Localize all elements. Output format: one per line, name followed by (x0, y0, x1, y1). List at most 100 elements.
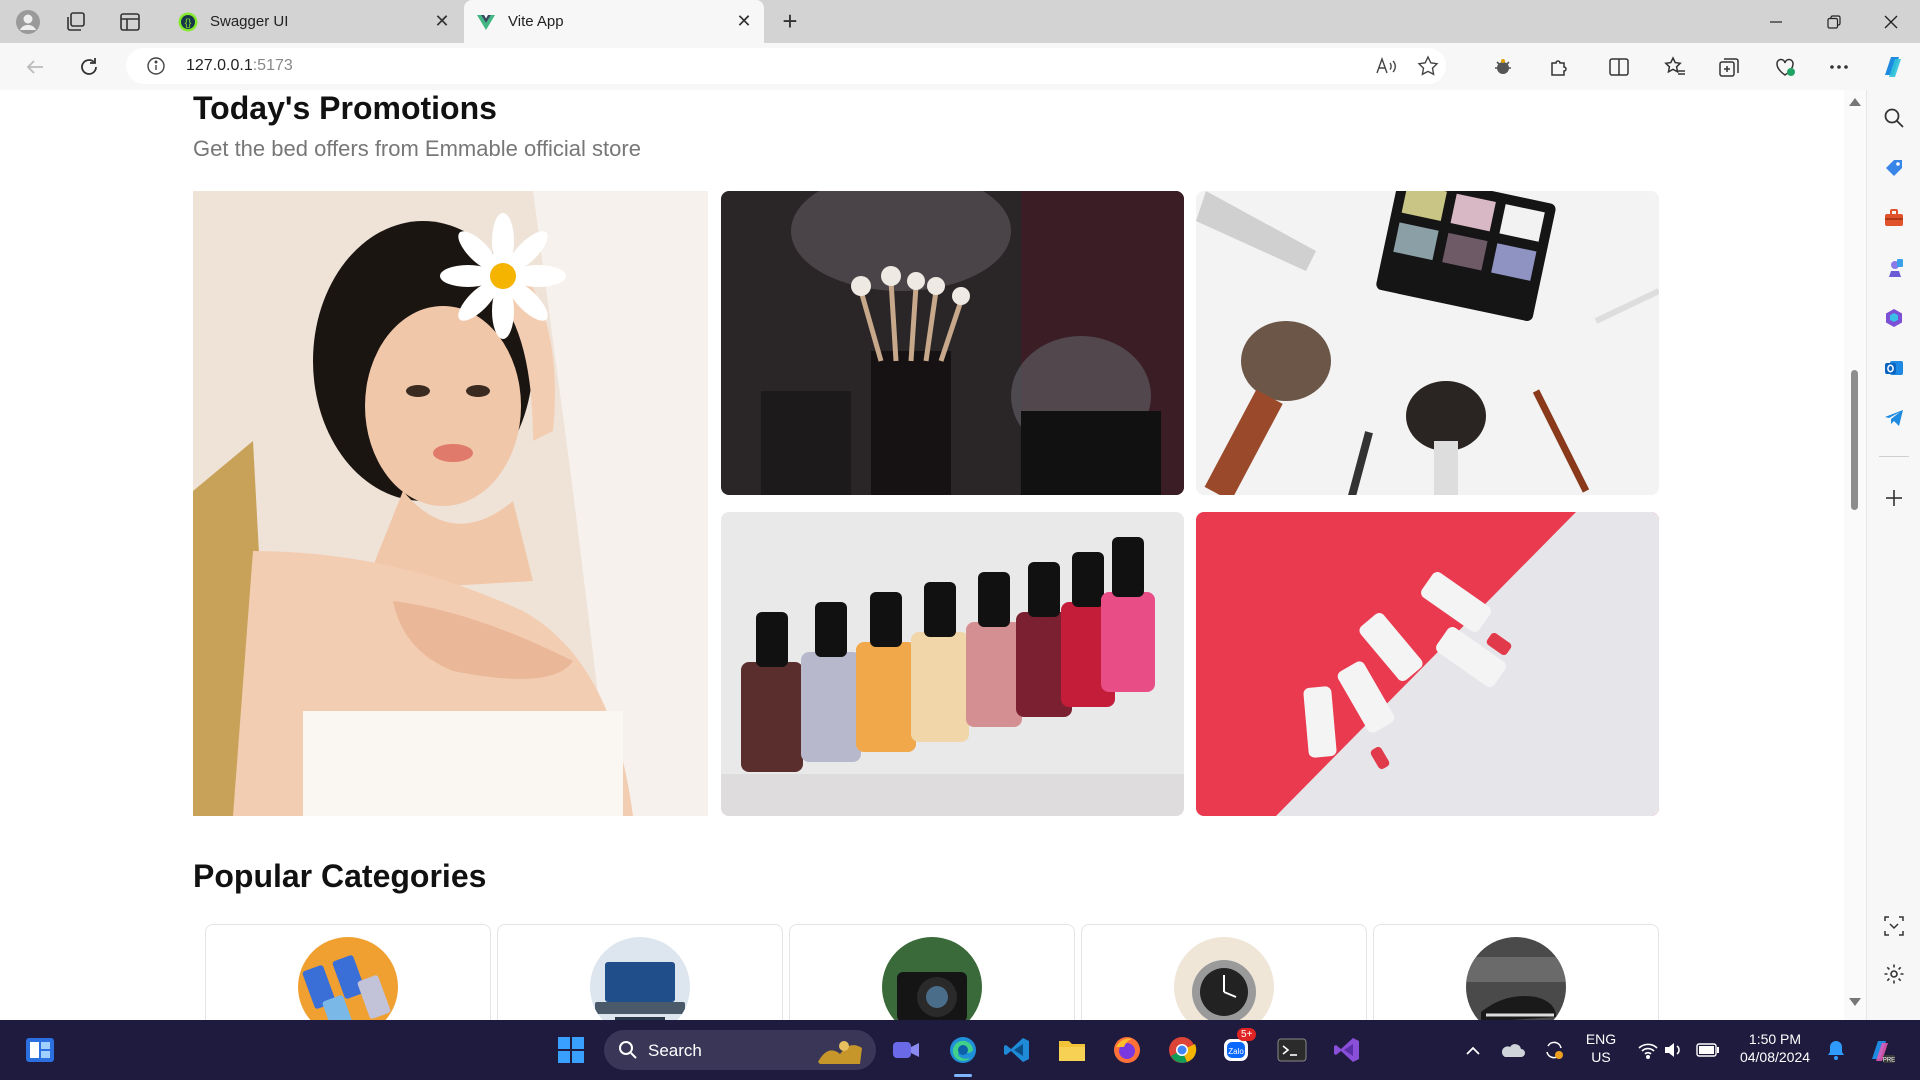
copilot-icon[interactable] (1878, 52, 1908, 82)
tab-actions-icon[interactable] (116, 8, 144, 36)
shopping-tag-icon[interactable] (1882, 156, 1906, 180)
promo-image-makeup-brushes[interactable] (721, 191, 1184, 495)
search-label: Search (648, 1041, 702, 1060)
page-content: Today's Promotions Get the bed offers fr… (0, 90, 1844, 1020)
refresh-icon[interactable] (74, 52, 104, 82)
favorites-icon[interactable] (1660, 52, 1690, 82)
clock[interactable]: 1:50 PM 04/08/2024 (1730, 1031, 1820, 1065)
clock-time: 1:50 PM (1748, 1031, 1802, 1047)
sync-status-icon[interactable] (1536, 1032, 1572, 1068)
categories-title: Popular Categories (193, 858, 487, 894)
url-text[interactable]: 127.0.0.1:5173 (186, 57, 293, 75)
site-info-icon[interactable] (146, 56, 166, 76)
back-icon[interactable] (20, 52, 50, 82)
language-indicator[interactable]: ENG US (1580, 1031, 1622, 1065)
restore-icon[interactable] (1805, 0, 1863, 43)
vite-favicon-icon (476, 12, 496, 32)
tab-vite-app[interactable]: Vite App ✕ (464, 0, 764, 43)
edge-browser-icon[interactable] (945, 1032, 981, 1068)
zalo-badge: 5+ (1237, 1028, 1257, 1041)
copilot-taskbar-icon[interactable]: PRE (1862, 1032, 1898, 1068)
profile-icon[interactable] (14, 8, 42, 36)
favorite-star-icon[interactable] (1416, 54, 1440, 78)
new-tab-icon[interactable]: + (776, 8, 804, 36)
tab-title: Swagger UI (210, 13, 289, 30)
address-toolbar: 127.0.0.1:5173 (0, 43, 1920, 91)
file-explorer-icon[interactable] (1054, 1032, 1090, 1068)
language-code: ENG (1585, 1031, 1617, 1047)
sidebar-divider (1879, 456, 1909, 457)
search-highlight-icon (818, 1041, 862, 1064)
more-menu-icon[interactable] (1824, 52, 1854, 82)
page-scrollbar[interactable] (1844, 90, 1866, 1020)
send-telegram-icon[interactable] (1882, 406, 1906, 430)
tab-swagger-ui[interactable]: {} Swagger UI ✕ (166, 0, 462, 43)
split-screen-icon[interactable] (1604, 52, 1634, 82)
region-code: US (1591, 1049, 1611, 1065)
sidebar-settings-icon[interactable] (1882, 962, 1906, 986)
battery-icon[interactable] (1690, 1032, 1726, 1068)
url-host: 127.0.0.1 (186, 57, 253, 74)
category-card-phones[interactable] (205, 924, 491, 1020)
taskbar-search[interactable]: Search (604, 1030, 876, 1070)
browser-tab-strip: {} Swagger UI ✕ Vite App ✕ + (0, 0, 1920, 43)
extension-bug-icon[interactable] (1488, 52, 1518, 82)
add-sidebar-app-icon[interactable] (1882, 486, 1906, 510)
category-image-cameras (882, 937, 982, 1020)
category-card-watches[interactable] (1081, 924, 1367, 1020)
category-image-watches (1174, 937, 1274, 1020)
meet-now-icon[interactable] (888, 1032, 924, 1068)
scroll-thumb[interactable] (1851, 370, 1858, 510)
category-image-shoes (1466, 937, 1566, 1020)
svg-text:Zalo: Zalo (1228, 1047, 1244, 1056)
category-image-phones (298, 937, 398, 1020)
edge-sidebar (1866, 90, 1920, 1020)
visual-studio-icon[interactable] (1329, 1032, 1365, 1068)
category-card-laptops[interactable] (497, 924, 783, 1020)
edge-active-indicator (954, 1074, 972, 1077)
scroll-down-arrow-icon[interactable] (1849, 998, 1861, 1006)
games-chess-icon[interactable] (1882, 256, 1906, 280)
workspaces-icon[interactable] (62, 8, 90, 36)
extensions-puzzle-icon[interactable] (1544, 52, 1574, 82)
minimize-icon[interactable] (1747, 0, 1805, 43)
chrome-icon[interactable] (1164, 1032, 1200, 1068)
category-card-cameras[interactable] (789, 924, 1075, 1020)
collections-icon[interactable] (1714, 52, 1744, 82)
url-bar[interactable]: 127.0.0.1:5173 (126, 48, 1446, 84)
vscode-icon[interactable] (999, 1032, 1035, 1068)
microsoft-365-icon[interactable] (1882, 306, 1906, 330)
windows-start-icon[interactable] (553, 1032, 589, 1068)
widgets-icon[interactable] (22, 1032, 58, 1068)
terminal-icon[interactable] (1274, 1032, 1310, 1068)
read-aloud-icon[interactable] (1374, 54, 1398, 78)
promotions-subtitle: Get the bed offers from Emmable official… (193, 136, 641, 161)
promo-image-model[interactable] (193, 191, 708, 816)
swagger-favicon-icon: {} (178, 12, 198, 32)
promo-image-eyeshadow-palette[interactable] (1196, 191, 1659, 495)
screenshot-icon[interactable] (1882, 914, 1906, 938)
notification-bell-icon[interactable] (1818, 1032, 1854, 1068)
zalo-icon[interactable]: Zalo 5+ (1219, 1028, 1257, 1068)
outlook-icon[interactable] (1882, 356, 1906, 380)
close-tab-icon[interactable]: ✕ (428, 8, 456, 36)
firefox-icon[interactable] (1109, 1032, 1145, 1068)
tab-title: Vite App (508, 13, 564, 30)
browser-essentials-icon[interactable] (1770, 52, 1800, 82)
volume-icon[interactable] (1656, 1032, 1692, 1068)
search-icon (619, 1041, 637, 1059)
promo-image-nail-polish[interactable] (721, 512, 1184, 816)
clock-date: 04/08/2024 (1739, 1049, 1811, 1065)
category-card-shoes[interactable] (1373, 924, 1659, 1020)
promo-image-lipsticks[interactable] (1196, 512, 1659, 816)
onedrive-icon[interactable] (1494, 1032, 1530, 1068)
url-port: :5173 (252, 57, 293, 74)
scroll-up-arrow-icon[interactable] (1849, 98, 1861, 106)
sidebar-search-icon[interactable] (1882, 106, 1906, 130)
svg-text:{}: {} (185, 18, 192, 29)
show-hidden-icons-chevron-icon[interactable] (1455, 1032, 1491, 1068)
tools-briefcase-icon[interactable] (1882, 206, 1906, 230)
promotions-title: Today's Promotions (193, 90, 497, 126)
close-window-icon[interactable] (1862, 0, 1920, 43)
close-tab-icon[interactable]: ✕ (730, 8, 758, 36)
